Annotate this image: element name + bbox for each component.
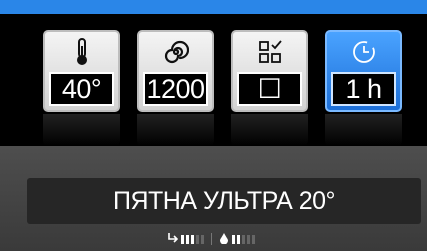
water-level-bar: [252, 234, 255, 244]
spin-level-bars: [181, 234, 204, 244]
temperature-value: 40°: [49, 72, 114, 106]
spin-level-bar: [196, 234, 199, 244]
spiral-icon: [139, 32, 212, 72]
temperature-tile[interactable]: 40°: [43, 30, 120, 112]
timer-tile-reflection: [325, 114, 402, 146]
indicator-divider: [211, 233, 212, 245]
program-panel: ПЯТНА УЛЬТРА 20°: [0, 146, 427, 251]
level-indicators: [168, 230, 255, 248]
program-name[interactable]: ПЯТНА УЛЬТРА 20°: [27, 178, 421, 224]
water-level-bars: [232, 234, 255, 244]
water-level-bar: [232, 234, 235, 244]
water-level-bar: [237, 234, 240, 244]
options-value: ☐: [237, 72, 302, 106]
water-level-bar: [242, 234, 245, 244]
temperature-tile-reflection: [43, 114, 120, 146]
options-tile[interactable]: ☐: [231, 30, 308, 112]
thermometer-icon: [45, 32, 118, 72]
timer-tile[interactable]: 1 h: [325, 30, 402, 112]
spin-tile-reflection: [137, 114, 214, 146]
spin-level-bar: [191, 234, 194, 244]
top-accent-bar: [0, 0, 427, 14]
settings-tiles: 40° 1200 ☐ 1 h: [0, 14, 427, 146]
spin-level-bar: [181, 234, 184, 244]
options-grid-icon: [233, 32, 306, 72]
spin-level-bar: [186, 234, 189, 244]
spin-value: 1200: [143, 72, 208, 106]
clock-icon: [327, 32, 400, 72]
spin-level-bar: [201, 234, 204, 244]
water-level-bar: [247, 234, 250, 244]
timer-value: 1 h: [331, 72, 396, 106]
spin-tile[interactable]: 1200: [137, 30, 214, 112]
water-drop-icon: [219, 232, 229, 247]
spin-arrow-icon: [168, 232, 179, 247]
options-tile-reflection: [231, 114, 308, 146]
